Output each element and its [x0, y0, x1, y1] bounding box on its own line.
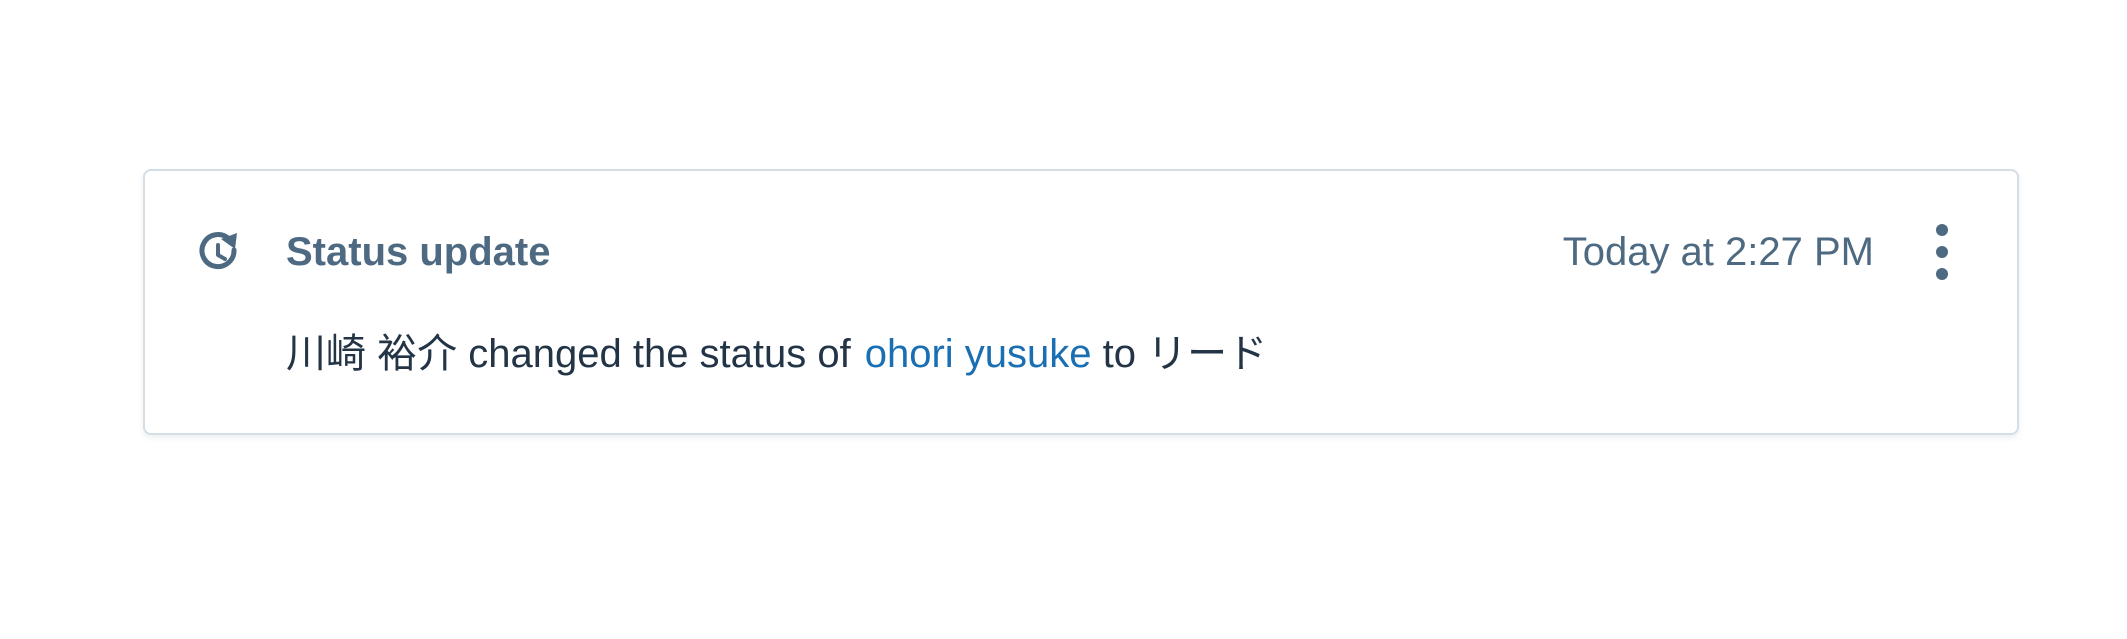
- target-contact-link[interactable]: ohori yusuke: [865, 332, 1092, 376]
- activity-message: 川崎 裕介 changed the status of ohori yusuke …: [286, 326, 1267, 382]
- activity-title: Status update: [286, 230, 551, 274]
- history-clock-icon: [195, 228, 243, 276]
- activity-card: Status update Today at 2:27 PM 川崎 裕介 cha…: [143, 169, 2019, 435]
- more-vertical-icon: [1936, 224, 1948, 236]
- actor-name: 川崎 裕介: [286, 332, 458, 376]
- new-status-text: リード: [1147, 332, 1268, 376]
- action-text: changed the status of: [468, 332, 851, 376]
- connector-text: to: [1102, 332, 1137, 376]
- activity-timestamp: Today at 2:27 PM: [1562, 230, 1874, 274]
- more-options-button[interactable]: [1927, 224, 1957, 280]
